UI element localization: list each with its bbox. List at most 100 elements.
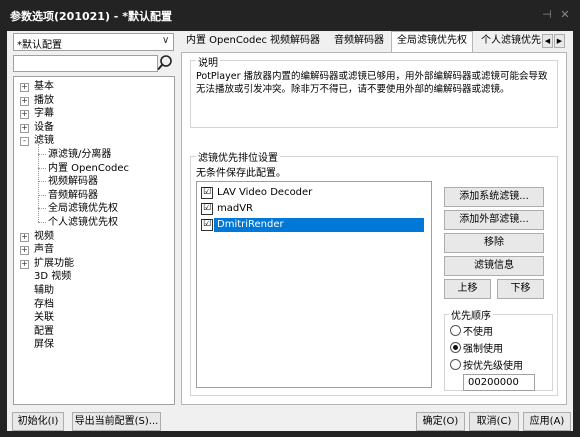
tree-connector [38, 194, 46, 196]
add-external-filter-button[interactable]: 添加外部滤镜... [444, 210, 544, 230]
description-text: PotPlayer 播放器内置的编解码器或滤镜已够用，用外部编解码器或滤镜可能会… [196, 71, 548, 95]
filter-list[interactable]: ☑ LAV Video Decoder ☑ madVR ☑ DmitriRend… [196, 181, 432, 388]
expand-icon[interactable]: + [20, 232, 29, 242]
sidebar-item[interactable]: 3D 视频 [34, 270, 71, 283]
priority-legend: 滤镜优先排位设置 [196, 149, 280, 164]
expand-icon[interactable]: + [20, 96, 29, 106]
search-icon[interactable] [156, 54, 174, 73]
expand-icon[interactable]: + [20, 246, 29, 256]
sidebar-item[interactable]: 源滤镜/分离器 [48, 148, 111, 161]
tab-scroll-right-icon[interactable]: ▶ [554, 34, 565, 48]
list-item[interactable]: ☑ LAV Video Decoder [197, 185, 431, 201]
window-title: 参数选项(201021) - *默认配置 [10, 10, 172, 23]
tree-connector [38, 181, 46, 183]
ok-button[interactable]: 确定(O) [416, 412, 465, 431]
expand-icon[interactable]: + [20, 83, 29, 92]
dialog-body: *默认配置 ∨ 基本 + 播放 + 字幕 + 设备 + 滤镜 - 源滤镜/分离器 内置 OpenCod… [7, 31, 573, 431]
sidebar-item[interactable]: 辅助 [34, 284, 54, 297]
sidebar-item-label: 内置 OpenCodec [48, 162, 129, 174]
sidebar-item[interactable]: 滤镜 [34, 134, 54, 147]
tab-personal-filter-priority[interactable]: 个人滤镜优先 [476, 32, 546, 50]
priority-value: 00200000 [468, 377, 519, 388]
tree-connector [38, 208, 46, 210]
priority-value-input[interactable]: 00200000 [463, 374, 535, 391]
close-icon[interactable]: ✕ [558, 8, 572, 21]
sidebar-item[interactable]: 视频解码器 [48, 175, 98, 188]
expand-icon[interactable]: + [20, 110, 29, 120]
cancel-button[interactable]: 取消(C) [469, 412, 519, 431]
sidebar-item[interactable]: 配置 [34, 325, 54, 338]
tab-video-decoder[interactable]: 视频解码器 [265, 32, 325, 50]
sidebar-item[interactable]: 声音 [34, 243, 54, 256]
sidebar-item-label: 滤镜 [34, 135, 54, 147]
apply-button[interactable]: 应用(A) [523, 412, 571, 431]
sidebar-item[interactable]: 播放 [34, 94, 54, 107]
sidebar-item-label: 辅助 [34, 285, 54, 296]
add-system-filter-button[interactable]: 添加系统滤镜... [444, 187, 544, 207]
category-tree[interactable]: 基本 + 播放 + 字幕 + 设备 + 滤镜 - 源滤镜/分离器内置 OpenCodec 视频解码器音… [13, 76, 175, 405]
tab-strip: 内置 OpenCodec 视频解码器 音频解码器 全局滤镜优先权 个人滤镜优先 … [181, 31, 567, 53]
expand-icon[interactable]: + [20, 123, 29, 133]
move-up-button[interactable]: 上移 [444, 279, 491, 299]
sidebar-item[interactable]: 屏保 [34, 338, 54, 351]
order-radio[interactable] [450, 325, 461, 336]
sidebar-item-label: 视频 [34, 230, 54, 242]
description-legend: 说明 [196, 54, 220, 69]
profile-select-value: *默认配置 [17, 40, 62, 51]
order-radio[interactable] [450, 359, 461, 370]
tree-connector [38, 167, 46, 169]
chevron-down-icon: ∨ [162, 35, 170, 46]
filter-info-button[interactable]: 滤镜信息 [444, 256, 544, 276]
sidebar-item-label: 视频解码器 [48, 176, 98, 188]
order-radio-label: 按优先级使用 [463, 361, 523, 372]
filter-name: LAV Video Decoder [217, 187, 313, 198]
search-input[interactable] [13, 55, 158, 72]
initialize-button[interactable]: 初始化(I) [12, 412, 64, 431]
sidebar-item[interactable]: 设备 [34, 121, 54, 134]
collapse-icon[interactable]: - [20, 137, 29, 147]
filter-checkbox[interactable]: ☑ [201, 219, 213, 231]
list-item[interactable]: ☑ madVR [197, 201, 431, 217]
sidebar-item-label: 源滤镜/分离器 [48, 149, 112, 160]
tab-opencodec[interactable]: 内置 OpenCodec [181, 32, 272, 50]
sidebar-item-label: 3D 视频 [34, 271, 72, 283]
sidebar-item[interactable]: 字幕 [34, 107, 54, 120]
profile-select[interactable]: *默认配置 ∨ [13, 33, 174, 51]
move-down-button[interactable]: 下移 [497, 279, 544, 299]
sidebar-item-label: 配置 [34, 325, 54, 337]
sidebar-item[interactable]: 内置 OpenCodec [48, 162, 129, 175]
sidebar-item-label: 全局滤镜优先权 [48, 203, 118, 215]
export-config-button[interactable]: 导出当前配置(S)... [72, 412, 161, 431]
sidebar-item-label: 存档 [34, 298, 54, 310]
sidebar-item-label: 屏保 [34, 339, 54, 351]
order-radio-label: 强制使用 [463, 344, 503, 355]
remove-button[interactable]: 移除 [444, 233, 544, 253]
sidebar-item[interactable]: 关联 [34, 311, 54, 324]
sidebar-item-label: 个人滤镜优先权 [48, 217, 118, 228]
sidebar-item-label: 音频解码器 [48, 189, 98, 201]
pin-icon[interactable]: ⊣ [540, 8, 554, 21]
sidebar-item[interactable]: 存档 [34, 298, 54, 311]
order-legend: 优先顺序 [449, 307, 493, 322]
sidebar-item-label: 设备 [34, 121, 54, 133]
tab-audio-decoder[interactable]: 音频解码器 [329, 32, 389, 50]
expand-icon[interactable]: + [20, 259, 29, 269]
sidebar-item[interactable]: 音频解码器 [48, 189, 98, 202]
sidebar-item[interactable]: 基本 [34, 80, 54, 93]
tab-scroll-left-icon[interactable]: ◀ [542, 34, 553, 48]
order-radio[interactable] [450, 342, 461, 353]
sidebar-item[interactable]: 个人滤镜优先权 [48, 216, 118, 229]
filter-checkbox[interactable]: ☑ [201, 203, 213, 215]
tab-global-filter-priority[interactable]: 全局滤镜优先权 [391, 31, 473, 53]
tree-guide [38, 144, 39, 222]
list-item-selected[interactable]: ☑ DmitriRender [197, 217, 431, 233]
preferences-window: 参数选项(201021) - *默认配置 ⊣ ✕ *默认配置 ∨ 基本 + 播放 + 字… [0, 0, 580, 437]
sidebar-item[interactable]: 扩展功能 [34, 257, 74, 270]
filter-checkbox[interactable]: ☑ [201, 187, 213, 199]
filter-name: madVR [217, 203, 254, 214]
sidebar-item-label: 播放 [34, 94, 54, 106]
title-bar[interactable]: 参数选项(201021) - *默认配置 ⊣ ✕ [0, 0, 580, 30]
sidebar-item[interactable]: 视频 [34, 230, 54, 243]
sidebar-item[interactable]: 全局滤镜优先权 [48, 202, 118, 215]
sidebar-item-label: 字幕 [34, 108, 54, 120]
